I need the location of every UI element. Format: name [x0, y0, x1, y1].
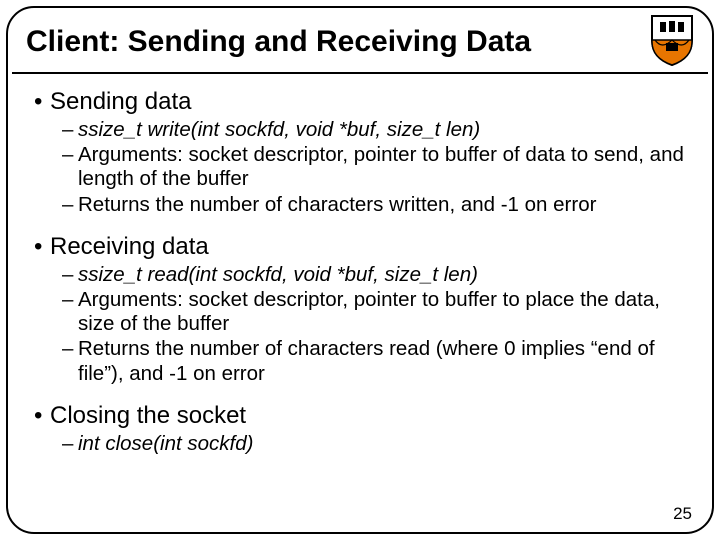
list-item: – Arguments: socket descriptor, pointer … — [62, 288, 686, 336]
list-item: – ssize_t write(int sockfd, void *buf, s… — [62, 118, 686, 142]
list-item: – ssize_t read(int sockfd, void *buf, si… — [62, 263, 686, 287]
slide-frame: Client: Sending and Receiving Data • Sen… — [6, 6, 714, 534]
heading-receiving: Receiving data — [50, 233, 209, 261]
slide-title: Client: Sending and Receiving Data — [26, 25, 531, 59]
bullet-receiving: • Receiving data — [34, 233, 686, 261]
dash-icon: – — [62, 288, 78, 336]
dash-icon: – — [62, 337, 78, 385]
signature-text: ssize_t write(int sockfd, void *buf, siz… — [78, 118, 686, 142]
bullet-dot-icon: • — [34, 233, 50, 261]
returns-text: Returns the number of characters written… — [78, 193, 686, 217]
page-number: 25 — [673, 504, 692, 524]
signature-text: int close(int sockfd) — [78, 432, 686, 456]
bullet-sending: • Sending data — [34, 88, 686, 116]
arguments-text: Arguments: socket descriptor, pointer to… — [78, 288, 686, 336]
heading-sending: Sending data — [50, 88, 191, 116]
slide-content: • Sending data – ssize_t write(int sockf… — [34, 82, 686, 504]
title-bar: Client: Sending and Receiving Data — [12, 12, 708, 74]
sub-sending: – ssize_t write(int sockfd, void *buf, s… — [62, 118, 686, 217]
returns-text: Returns the number of characters read (w… — [78, 337, 686, 385]
dash-icon: – — [62, 143, 78, 191]
dash-icon: – — [62, 432, 78, 456]
bullet-closing: • Closing the socket — [34, 402, 686, 430]
bullet-dot-icon: • — [34, 402, 50, 430]
sub-closing: – int close(int sockfd) — [62, 432, 686, 456]
list-item: – Returns the number of characters writt… — [62, 193, 686, 217]
signature-text: ssize_t read(int sockfd, void *buf, size… — [78, 263, 686, 287]
dash-icon: – — [62, 263, 78, 287]
sub-receiving: – ssize_t read(int sockfd, void *buf, si… — [62, 263, 686, 386]
list-item: – Returns the number of characters read … — [62, 337, 686, 385]
list-item: – int close(int sockfd) — [62, 432, 686, 456]
princeton-shield-icon — [642, 10, 702, 68]
arguments-text: Arguments: socket descriptor, pointer to… — [78, 143, 686, 191]
dash-icon: – — [62, 193, 78, 217]
bullet-dot-icon: • — [34, 88, 50, 116]
dash-icon: – — [62, 118, 78, 142]
list-item: – Arguments: socket descriptor, pointer … — [62, 143, 686, 191]
heading-closing: Closing the socket — [50, 402, 246, 430]
